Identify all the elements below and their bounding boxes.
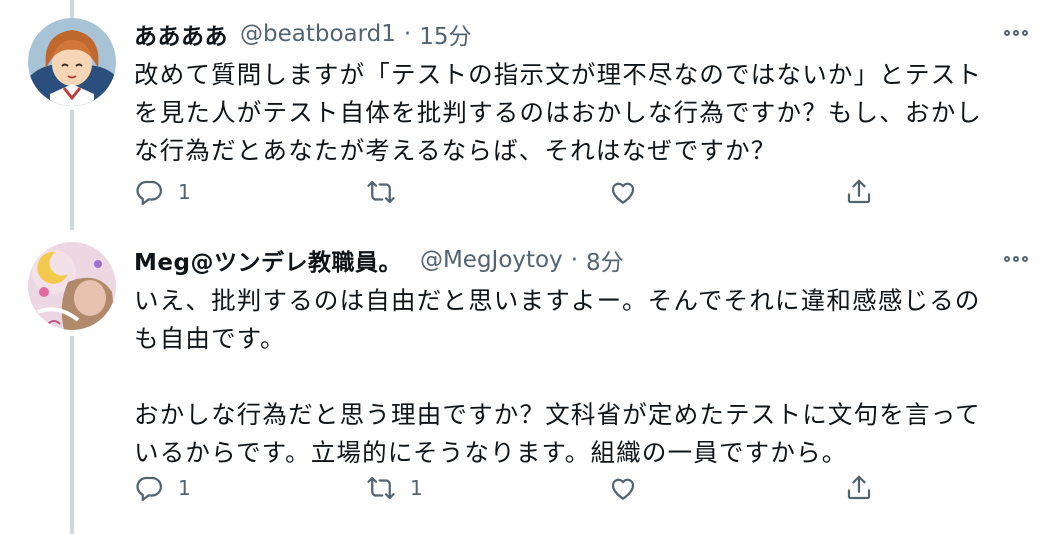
- handle[interactable]: @beatboard1: [240, 21, 396, 47]
- share-button[interactable]: [844, 172, 874, 212]
- timestamp[interactable]: 8分: [586, 243, 624, 277]
- tweet[interactable]: ああああ @beatboard1 · 15分 改めて質問しますが「テストの指示文…: [0, 14, 1048, 214]
- tweet-header: ああああ @beatboard1 · 15分: [134, 14, 472, 54]
- retweet-icon: [367, 476, 395, 500]
- reply-button[interactable]: 1: [134, 172, 191, 212]
- like-icon: [611, 182, 635, 204]
- like-button[interactable]: [608, 468, 652, 508]
- reply-button[interactable]: 1: [134, 468, 191, 508]
- tweet-header: Meg@ツンデレ教職員。 @MegJoytoy · 8分: [134, 240, 624, 280]
- retweet-icon: [367, 180, 395, 204]
- reply-icon: [136, 476, 162, 501]
- retweet-button[interactable]: 1: [366, 468, 423, 508]
- tweet-actions: 1 1: [130, 468, 890, 508]
- tweet[interactable]: Meg@ツンデレ教職員。 @MegJoytoy · 8分 いえ、批判するのは自由…: [0, 240, 1048, 530]
- share-button[interactable]: [844, 468, 874, 508]
- tweet-text: 改めて質問しますが「テストの指示文が理不尽なのではないか」とテスト を見た人がテ…: [134, 60, 983, 165]
- timestamp[interactable]: 15分: [419, 17, 471, 51]
- handle[interactable]: @MegJoytoy: [420, 247, 563, 273]
- tweet-text: いえ、批判するのは自由だと思いますよー。そんでそれに違和感感じるの も自由です。…: [134, 286, 981, 467]
- more-icon[interactable]: [1004, 30, 1028, 36]
- tweet-actions: 1: [130, 172, 890, 212]
- reply-count: 1: [178, 476, 191, 500]
- separator: ·: [570, 247, 579, 273]
- retweet-button[interactable]: [366, 172, 410, 212]
- share-icon: [847, 179, 871, 204]
- like-icon: [611, 478, 635, 500]
- reply-icon: [136, 180, 162, 205]
- separator: ·: [403, 21, 412, 47]
- display-name[interactable]: ああああ: [134, 17, 228, 51]
- share-icon: [847, 475, 871, 500]
- like-button[interactable]: [608, 172, 652, 212]
- display-name[interactable]: Meg@ツンデレ教職員。: [134, 243, 402, 277]
- retweet-count: 1: [410, 476, 423, 500]
- reply-count: 1: [178, 180, 191, 204]
- more-icon[interactable]: [1004, 256, 1028, 262]
